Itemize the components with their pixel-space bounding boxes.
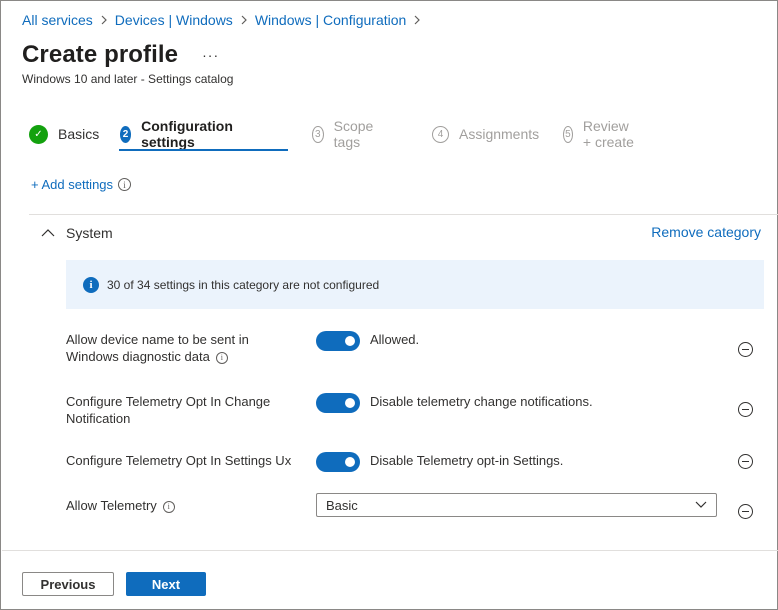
breadcrumb-windows-configuration[interactable]: Windows | Configuration xyxy=(255,12,406,28)
step-assignments[interactable]: 4 Assignments xyxy=(432,121,539,147)
section-divider xyxy=(29,214,778,215)
info-icon[interactable]: i xyxy=(215,351,228,364)
toggle-value-text: Allowed. xyxy=(370,332,420,347)
title-row: Create profile ··· xyxy=(22,41,219,69)
chevron-up-icon[interactable] xyxy=(41,226,55,240)
step-label: Basics xyxy=(58,126,100,142)
setting-label-text: Allow Telemetry xyxy=(66,498,157,513)
remove-category-link[interactable]: Remove category xyxy=(651,224,761,240)
setting-toggle[interactable] xyxy=(316,393,360,413)
chevron-right-icon xyxy=(406,15,428,25)
step-configuration-settings[interactable]: 2 Configuration settings xyxy=(120,118,239,150)
more-options-button[interactable]: ··· xyxy=(202,47,219,63)
next-button[interactable]: Next xyxy=(126,572,206,596)
step-review-create[interactable]: 5 Review + create xyxy=(563,118,636,150)
previous-button[interactable]: Previous xyxy=(22,572,114,596)
setting-label: Allow Telemetry i xyxy=(66,497,296,514)
checkmark-icon: ✓ xyxy=(29,124,48,144)
remove-setting-icon[interactable] xyxy=(738,454,753,469)
step-label: Review + create xyxy=(582,118,634,150)
step-number: 3 xyxy=(312,125,324,143)
chevron-right-icon xyxy=(93,15,115,25)
step-number: 2 xyxy=(120,125,132,143)
add-settings-link[interactable]: + Add settings i xyxy=(31,177,132,192)
create-profile-blade: All services Devices | Windows Windows |… xyxy=(0,0,778,610)
category-name: System xyxy=(66,225,113,241)
setting-toggle[interactable] xyxy=(316,452,360,472)
toggle-value-text: Disable telemetry change notifications. xyxy=(370,394,593,409)
setting-label: Configure Telemetry Opt In Change Notifi… xyxy=(66,394,271,426)
setting-toggle[interactable] xyxy=(316,331,360,351)
page-subtitle: Windows 10 and later - Settings catalog xyxy=(22,72,234,86)
allow-telemetry-dropdown[interactable]: Basic xyxy=(316,493,717,517)
setting-label: Configure Telemetry Opt In Settings Ux xyxy=(66,453,292,468)
chevron-down-icon xyxy=(695,501,707,508)
info-banner-text: 30 of 34 settings in this category are n… xyxy=(107,277,380,292)
step-basics[interactable]: ✓ Basics xyxy=(29,121,99,147)
breadcrumb-all-services[interactable]: All services xyxy=(22,12,93,28)
add-settings-label: + Add settings xyxy=(31,177,114,192)
step-number: 5 xyxy=(563,125,573,143)
step-number: 4 xyxy=(432,125,449,143)
remove-setting-icon[interactable] xyxy=(738,504,753,519)
category-header: System Remove category xyxy=(41,223,761,243)
page-title: Create profile xyxy=(22,41,179,68)
chevron-right-icon xyxy=(233,15,255,25)
step-label: Assignments xyxy=(459,126,540,142)
info-icon[interactable]: i xyxy=(162,500,175,513)
remove-setting-icon[interactable] xyxy=(738,402,753,417)
active-step-underline xyxy=(119,149,288,151)
toggle-value-text: Disable Telemetry opt-in Settings. xyxy=(370,453,564,468)
footer-divider xyxy=(2,550,778,551)
step-label: Configuration settings xyxy=(141,118,233,150)
step-label: Scope tags xyxy=(333,118,374,150)
remove-setting-icon[interactable] xyxy=(738,342,753,357)
step-scope-tags[interactable]: 3 Scope tags xyxy=(312,118,379,150)
setting-label: Allow device name to be sent in Windows … xyxy=(66,331,296,365)
info-banner: i 30 of 34 settings in this category are… xyxy=(66,260,764,309)
breadcrumb: All services Devices | Windows Windows |… xyxy=(22,12,428,28)
info-icon: i xyxy=(83,276,99,293)
dropdown-selected-value: Basic xyxy=(326,497,358,513)
info-icon[interactable]: i xyxy=(118,178,132,191)
breadcrumb-devices-windows[interactable]: Devices | Windows xyxy=(115,12,233,28)
